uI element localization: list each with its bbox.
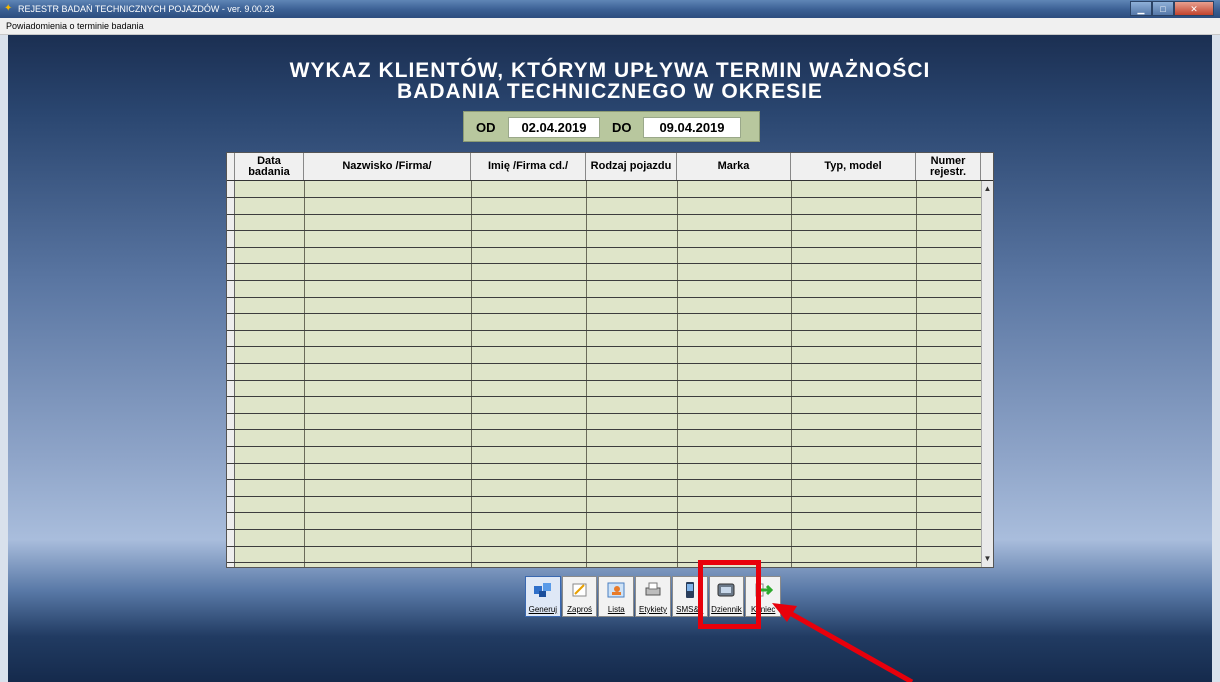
scroll-up-icon[interactable]: ▲ (982, 183, 993, 195)
row-divider (227, 479, 981, 480)
column-divider (471, 181, 472, 567)
column-divider (677, 181, 678, 567)
date-range-panel: OD 02.04.2019 DO 09.04.2019 (463, 111, 760, 142)
row-divider (227, 280, 981, 281)
col-rodzaj-pojazdu[interactable]: Rodzaj pojazdu (586, 153, 677, 180)
menu-label: Powiadomienia o terminie badania (6, 21, 144, 31)
row-divider (227, 230, 981, 231)
row-divider (227, 446, 981, 447)
row-divider (227, 529, 981, 530)
app-icon: ✦ (4, 3, 13, 14)
left-frame (0, 35, 8, 682)
right-frame (1212, 35, 1220, 682)
row-divider (227, 512, 981, 513)
etykiety-button[interactable]: Etykiety (635, 576, 671, 617)
annotation-highlight-box (698, 560, 761, 629)
col-nazwisko[interactable]: Nazwisko /Firma/ (304, 153, 471, 180)
zapros-label: Zaproś (567, 605, 593, 614)
column-divider (791, 181, 792, 567)
from-date-field[interactable]: 02.04.2019 (508, 117, 600, 138)
table-header: Data badania Nazwisko /Firma/ Imię /Firma… (227, 153, 993, 181)
row-divider (227, 562, 981, 563)
row-divider (227, 363, 981, 364)
printer-icon (643, 581, 663, 599)
row-divider (227, 429, 981, 430)
generuj-button[interactable]: Generuj (525, 576, 561, 617)
title-bar: ✦ REJESTR BADAŃ TECHNICZNYCH POJAZDÓW - … (0, 0, 1220, 18)
minimize-button[interactable]: ▁ (1130, 1, 1152, 16)
row-divider (227, 380, 981, 381)
row-divider (227, 247, 981, 248)
lista-label: Lista (607, 605, 625, 614)
header-scroll-spacer (981, 153, 993, 180)
lista-button[interactable]: Lista (598, 576, 635, 617)
menu-bar: Powiadomienia o terminie badania (0, 18, 1220, 35)
scroll-down-icon[interactable]: ▼ (982, 553, 993, 565)
list-icon (606, 581, 626, 599)
row-divider (227, 346, 981, 347)
generuj-label: Generuj (528, 605, 558, 614)
page-title-line2: BADANIA TECHNICZNEGO W OKRESIE (397, 80, 823, 103)
maximize-button[interactable]: □ (1152, 1, 1174, 16)
col-numer-rejestr[interactable]: Numer rejestr. (916, 153, 981, 180)
close-button[interactable]: ✕ (1174, 1, 1214, 16)
column-divider (304, 181, 305, 567)
etykiety-label: Etykiety (639, 605, 668, 614)
table-scrollbar[interactable]: ▲ ▼ (981, 181, 993, 567)
row-divider (227, 546, 981, 547)
row-divider (227, 496, 981, 497)
zapros-button[interactable]: Zaproś (561, 576, 598, 617)
from-label: OD (476, 120, 496, 135)
to-date-field[interactable]: 09.04.2019 (643, 117, 741, 138)
window-controls: ▁ □ ✕ (1130, 1, 1214, 16)
col-data-badania[interactable]: Data badania (235, 153, 304, 180)
row-divider (227, 297, 981, 298)
col-imie[interactable]: Imię /Firma cd./ (471, 153, 586, 180)
column-divider (586, 181, 587, 567)
row-divider (227, 263, 981, 264)
col-typ-model[interactable]: Typ, model (791, 153, 916, 180)
invite-icon (570, 581, 590, 599)
row-divider (227, 396, 981, 397)
row-divider (227, 313, 981, 314)
page-title-line1: WYKAZ KLIENTÓW, KTÓRYM UPŁYWA TERMIN WAŻ… (289, 59, 931, 82)
row-divider (227, 330, 981, 331)
row-divider (227, 197, 981, 198)
row-selector-header (227, 153, 235, 180)
to-label: DO (612, 120, 632, 135)
column-divider (916, 181, 917, 567)
row-selector-column (227, 181, 235, 567)
window-title: REJESTR BADAŃ TECHNICZNYCH POJAZDÓW - ve… (18, 4, 275, 14)
col-marka[interactable]: Marka (677, 153, 791, 180)
row-divider (227, 463, 981, 464)
row-divider (227, 413, 981, 414)
clients-table[interactable]: Data badania Nazwisko /Firma/ Imię /Firma… (226, 152, 994, 568)
row-divider (227, 214, 981, 215)
page-title: WYKAZ KLIENTÓW, KTÓRYM UPŁYWA TERMIN WAŻ… (0, 60, 1220, 102)
phone-icon (680, 581, 700, 599)
generate-icon (533, 581, 553, 599)
